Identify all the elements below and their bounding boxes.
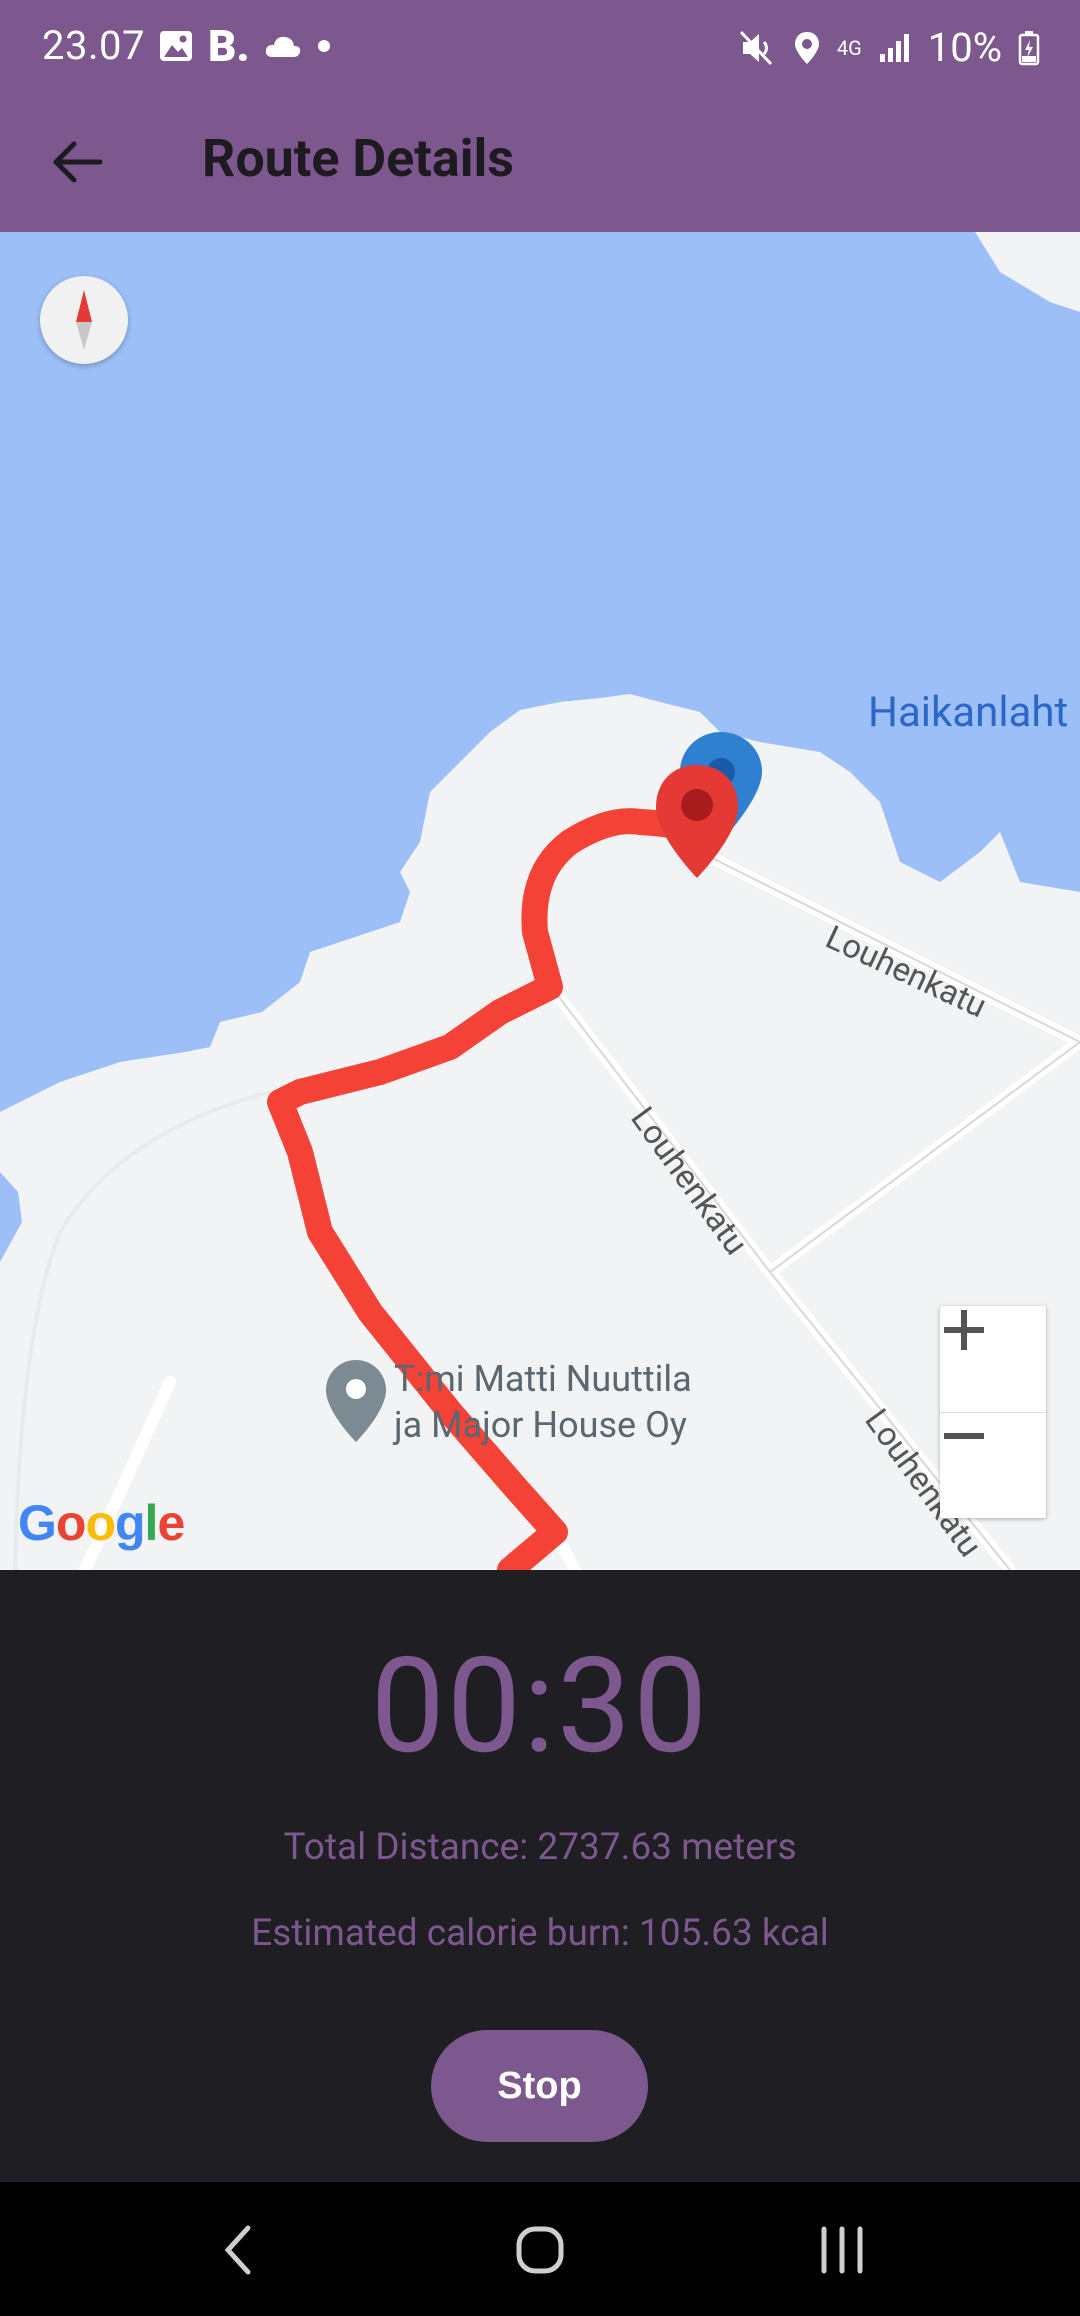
route-map[interactable]: Haikanlaht Louhenkatu Louhenkatu Louhenk… [0, 232, 1080, 1570]
battery-percent: 10% [927, 24, 1002, 71]
app-bar: Route Details [0, 92, 1080, 232]
water-label: Haikanlaht [868, 688, 1069, 737]
back-nav-icon [224, 2225, 251, 2275]
page-title: Route Details [202, 128, 514, 189]
total-distance: Total Distance: 2737.63 meters [283, 1826, 797, 1869]
poi-name-line2: ja Major House Oy [394, 1404, 687, 1446]
zoom-controls [940, 1306, 1046, 1518]
calorie-estimate: Estimated calorie burn: 105.63 kcal [251, 1912, 829, 1955]
zoom-out-button[interactable] [940, 1412, 1046, 1518]
battery-charging-icon [1018, 30, 1040, 65]
status-time: 23.07 [42, 22, 145, 69]
cloud-icon [265, 36, 300, 57]
status-bar: 23.07 B. 4G 10% [0, 0, 1080, 92]
land-corner [975, 232, 1080, 312]
home-nav-icon [516, 2226, 564, 2274]
plus-icon [944, 1310, 984, 1350]
location-icon [794, 31, 819, 64]
google-logo: Google [18, 1495, 185, 1551]
stop-button[interactable]: Stop [431, 2030, 648, 2142]
minus-icon [944, 1433, 984, 1439]
nav-home-button[interactable] [500, 2210, 580, 2290]
network-type: 4G [836, 35, 862, 60]
compass-icon [76, 290, 92, 350]
recents-nav-icon [821, 2226, 863, 2274]
system-nav-bar [0, 2182, 1080, 2316]
back-button[interactable] [40, 124, 116, 200]
booking-b-icon: B. [208, 20, 250, 72]
dot-icon [317, 40, 330, 52]
nav-recents-button[interactable] [802, 2210, 882, 2290]
tracking-panel: 00:30 Total Distance: 2737.63 meters Est… [0, 1570, 1080, 2182]
elapsed-timer: 00:30 [370, 1630, 710, 1784]
zoom-in-button[interactable] [940, 1306, 1046, 1413]
poi-name-line1: T:mi Matti Nuuttila [394, 1358, 692, 1400]
poi-label: T:mi Matti Nuuttila ja Major House Oy [394, 1356, 692, 1448]
compass-button[interactable] [40, 276, 128, 364]
nav-back-button[interactable] [198, 2210, 278, 2290]
gallery-icon [160, 31, 192, 61]
signal-icon [879, 33, 909, 62]
mute-icon [739, 30, 772, 65]
arrow-back-icon [53, 141, 103, 183]
